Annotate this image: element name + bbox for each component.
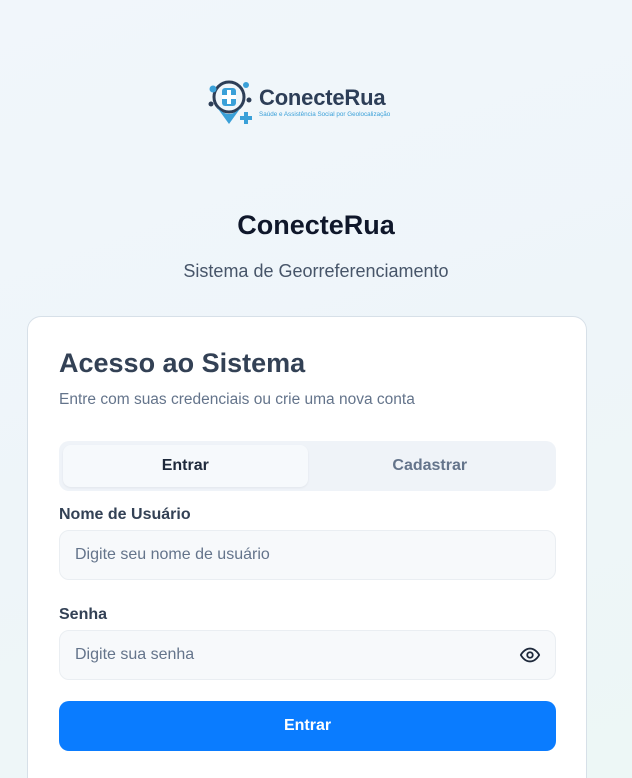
auth-tabs: Entrar Cadastrar (59, 441, 556, 491)
username-field-wrapper (59, 530, 556, 580)
logo-emblem-icon (208, 80, 252, 124)
logo-tagline: Saúde e Assistência Social por Geolocali… (259, 111, 391, 118)
username-input[interactable] (60, 531, 555, 579)
tab-cadastrar[interactable]: Cadastrar (308, 445, 553, 487)
app-subtitle: Sistema de Georreferenciamento (183, 261, 449, 281)
card-description: Entre com suas credenciais ou crie uma n… (59, 391, 415, 408)
login-submit-button[interactable]: Entrar (59, 701, 556, 751)
eye-icon[interactable] (519, 644, 541, 666)
username-label: Nome de Usuário (59, 506, 191, 523)
card-title: Acesso ao Sistema (59, 348, 306, 378)
tab-entrar[interactable]: Entrar (63, 445, 308, 487)
password-label: Senha (59, 606, 108, 623)
password-input[interactable] (60, 631, 519, 679)
logo-name: ConecteRua (259, 85, 386, 110)
password-field-wrapper (59, 630, 556, 680)
login-card: Acesso ao Sistema Entre com suas credenc… (27, 316, 587, 778)
app-title: ConecteRua (237, 210, 395, 240)
brand-logo: ConecteRua Saúde e Assistência Social po… (205, 78, 415, 132)
